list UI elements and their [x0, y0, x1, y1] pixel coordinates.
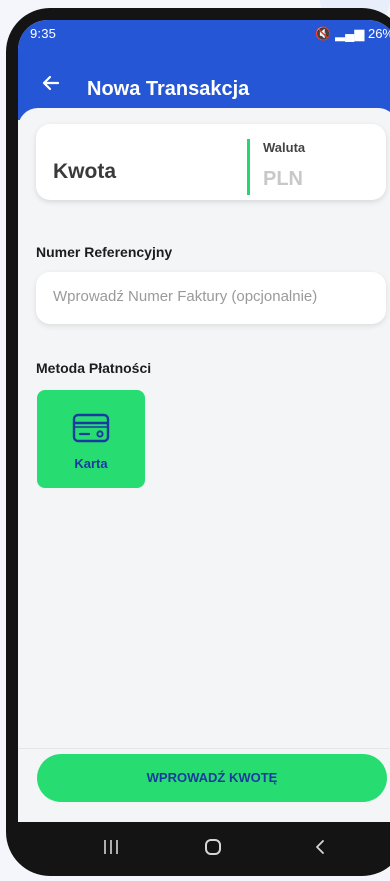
back-nav-icon[interactable] — [315, 839, 325, 855]
status-time: 9:35 — [30, 26, 57, 41]
amount-input[interactable]: Kwota — [53, 160, 116, 184]
payment-method-label: Metoda Płatności — [36, 360, 152, 376]
currency-label: Waluta — [263, 140, 306, 155]
mute-icon: 🔇 — [315, 26, 332, 41]
reference-input[interactable]: Wprowadź Numer Faktury (opcjonalnie) — [36, 272, 386, 324]
currency-value[interactable]: PLN — [263, 168, 303, 191]
app-screen: 9:35 🔇 ▂▄▆ 26% Nowa Transakcja Kwota Wal… — [18, 20, 390, 822]
home-icon[interactable] — [205, 839, 221, 855]
submit-button[interactable]: WPROWADŹ KWOTĘ — [37, 754, 387, 802]
payment-method-label-card: Karta — [74, 456, 108, 471]
system-nav-bar — [18, 822, 390, 874]
arrow-left-icon — [42, 75, 60, 91]
credit-card-icon — [72, 413, 110, 443]
status-bar: 9:35 🔇 ▂▄▆ 26% — [18, 20, 390, 50]
signal-icon: ▂▄▆ — [335, 26, 365, 41]
amount-card[interactable]: Kwota Waluta PLN — [36, 124, 386, 200]
back-button[interactable] — [36, 68, 66, 98]
reference-placeholder: Wprowadź Numer Faktury (opcjonalnie) — [53, 288, 318, 305]
divider — [247, 139, 250, 195]
status-icons: 🔇 ▂▄▆ 26% — [315, 26, 390, 42]
phone-frame: 9:35 🔇 ▂▄▆ 26% Nowa Transakcja Kwota Wal… — [6, 8, 390, 876]
recents-icon[interactable] — [103, 838, 119, 856]
submit-button-label: WPROWADŹ KWOTĘ — [146, 770, 278, 785]
form-content: Kwota Waluta PLN Numer Referencyjny Wpro… — [18, 108, 390, 748]
reference-label: Numer Referencyjny — [36, 244, 173, 260]
battery-level: 26% — [367, 26, 390, 41]
page-title: Nowa Transakcja — [87, 78, 250, 100]
payment-method-card[interactable]: Karta — [37, 390, 145, 488]
